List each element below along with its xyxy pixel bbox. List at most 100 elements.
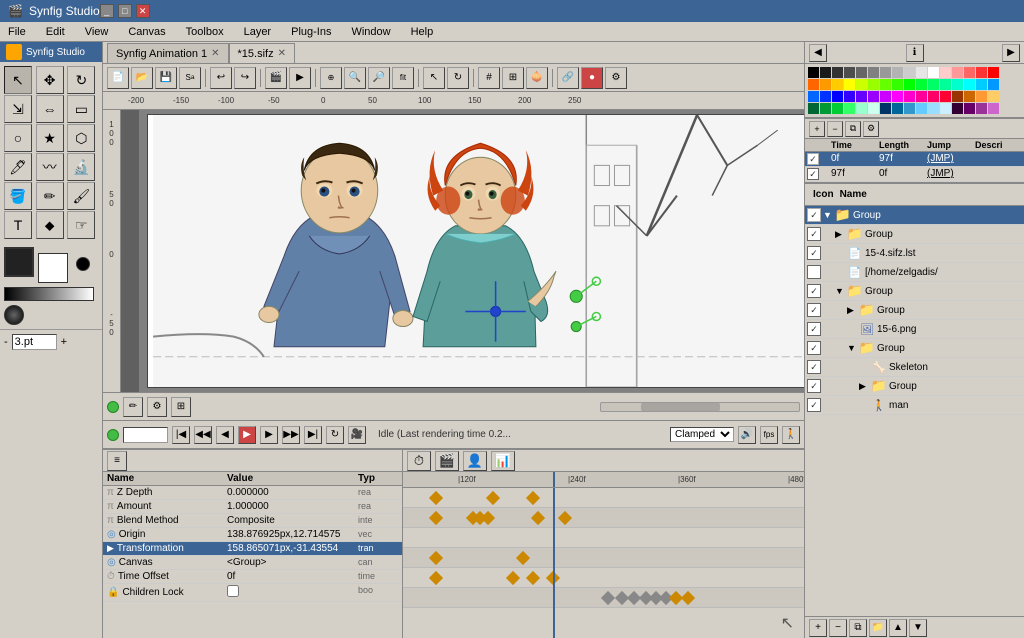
palette-cell-31[interactable] [988,79,999,90]
palette-cell-36[interactable] [856,91,867,102]
tool-scale[interactable]: ⇲ [4,95,32,123]
palette-cell-61[interactable] [964,103,975,114]
palette-cell-4[interactable] [856,67,867,78]
tool-node[interactable]: ⬥ [36,211,64,239]
menu-view[interactable]: View [81,26,113,38]
tb-preview[interactable]: ▶ [289,67,311,89]
palette-cell-45[interactable] [964,91,975,102]
layer-row-group5[interactable]: ✓ ▼ 📁 Group [805,339,1024,358]
palette-cell-56[interactable] [904,103,915,114]
layer-row-skeleton[interactable]: ✓ 🦴 Skeleton [805,358,1024,377]
menu-window[interactable]: Window [347,26,394,38]
tab-animation1[interactable]: Synfig Animation 1 ✕ [107,43,229,63]
kf-del-btn[interactable]: − [827,121,843,137]
loop-btn[interactable]: ↻ [326,426,344,444]
prop-blend[interactable]: π Blend Method Composite inte [103,514,402,528]
palette-cell-35[interactable] [844,91,855,102]
tl-btn-3[interactable]: 👤 [463,451,487,471]
prop-canvas[interactable]: ◎ Canvas <Group> can [103,556,402,570]
palette-cell-52[interactable] [856,103,867,114]
layer-row-file2[interactable]: 📄 [/home/zelgadis/ [805,263,1024,282]
palette-cell-50[interactable] [832,103,843,114]
palette-cell-0[interactable] [808,67,819,78]
tool-feather[interactable]: 〰 [36,153,64,181]
tool-eyedrop[interactable]: 🔬 [67,153,95,181]
tb-render[interactable]: 🎬 [265,67,287,89]
palette-cell-47[interactable] [988,91,999,102]
tool-rotate[interactable]: ↻ [67,66,95,94]
palette-cell-1[interactable] [820,67,831,78]
keyframe-5-1[interactable] [429,571,443,585]
palette-cell-59[interactable] [940,103,951,114]
palette-cell-34[interactable] [832,91,843,102]
palette-cell-51[interactable] [844,103,855,114]
palette-cell-15[interactable] [988,67,999,78]
man-btn[interactable]: 🚶 [782,426,800,444]
layer-check-1[interactable]: ✓ [807,208,821,222]
frames-btn[interactable]: fps [760,426,778,444]
tool-mirror[interactable]: ⇔ [36,95,64,123]
keyframe-1-3[interactable] [526,491,540,505]
tool-transform[interactable]: ↖ [4,66,32,94]
keyframe-4-2[interactable] [516,551,530,565]
prev-frame-btn[interactable]: ◀ [216,426,234,444]
tb-zoom-in[interactable]: 🔍 [344,67,366,89]
palette-cell-27[interactable] [940,79,951,90]
tb-transform-tool[interactable]: ↖ [423,67,445,89]
tb-undo[interactable]: ↩ [210,67,232,89]
next-keyframe-btn[interactable]: ▶▶ [282,426,300,444]
menu-file[interactable]: File [4,26,30,38]
palette-cell-37[interactable] [868,91,879,102]
prev-keyframe-btn[interactable]: ◀◀ [194,426,212,444]
layer-check-8[interactable]: ✓ [807,341,821,355]
layer-check-7[interactable]: ✓ [807,322,821,336]
palette-cell-16[interactable] [808,79,819,90]
keyframe-6-1[interactable] [601,591,615,605]
layer-check-5[interactable]: ✓ [807,284,821,298]
tool-polygon[interactable]: ⬡ [67,124,95,152]
layer-row-group1[interactable]: ✓ ▼ 📁 Group [805,206,1024,225]
layer-arrow-2[interactable]: ▶ [835,229,847,240]
layer-check-10[interactable]: ✓ [807,379,821,393]
lf-down-btn[interactable]: ▼ [909,619,927,637]
tb-new[interactable]: 📄 [107,67,129,89]
tb-rotate-tool[interactable]: ↻ [447,67,469,89]
palette-cell-57[interactable] [916,103,927,114]
layer-arrow-8[interactable]: ▼ [847,343,859,353]
tb-save-as[interactable]: Sa [179,67,201,89]
palette-cell-55[interactable] [892,103,903,114]
tool-sketch[interactable]: ✏ [36,182,64,210]
prop-zdepth[interactable]: π Z Depth 0.000000 rea [103,486,402,500]
palette-cell-30[interactable] [976,79,987,90]
palette-cell-63[interactable] [988,103,999,114]
tool-smooth-move[interactable]: ✥ [36,66,64,94]
menu-toolbox[interactable]: Toolbox [182,26,228,38]
layer-arrow-5[interactable]: ▼ [835,286,847,296]
kf-check-2[interactable]: ✓ [807,168,831,180]
palette-cell-38[interactable] [880,91,891,102]
palette-cell-28[interactable] [952,79,963,90]
props-btn[interactable]: ≡ [107,451,127,471]
prop-timeoffset[interactable]: ⏱ Time Offset 0f time [103,570,402,584]
menu-canvas[interactable]: Canvas [124,26,169,38]
canvas-edit-btn[interactable]: ✏ [123,397,143,417]
close-btn[interactable]: ✕ [136,4,150,18]
keyframe-2-1[interactable] [429,511,443,525]
next-frame-btn[interactable]: ▶ [260,426,278,444]
tab-15sifz[interactable]: *15.sifz ✕ [229,43,295,63]
keyframe-2-6[interactable] [558,511,572,525]
layer-row-file1[interactable]: ✓ 📄 15-4.sifz.lst [805,244,1024,263]
palette-cell-44[interactable] [952,91,963,102]
palette-cell-20[interactable] [856,79,867,90]
palette-cell-25[interactable] [916,79,927,90]
tb-grid-snap[interactable]: ⊞ [502,67,524,89]
tb-toggle-anim[interactable]: ● [581,67,603,89]
tool-bline[interactable]: 🖊 [4,153,32,181]
canvas-expand-btn[interactable]: ⊞ [171,397,191,417]
tool-rectangle[interactable]: ▭ [67,95,95,123]
prop-origin[interactable]: ◎ Origin 138.876925px,12.714575 vec [103,528,402,542]
palette-cell-22[interactable] [880,79,891,90]
h-scrollbar[interactable] [600,402,800,412]
palette-cell-43[interactable] [940,91,951,102]
palette-cell-29[interactable] [964,79,975,90]
